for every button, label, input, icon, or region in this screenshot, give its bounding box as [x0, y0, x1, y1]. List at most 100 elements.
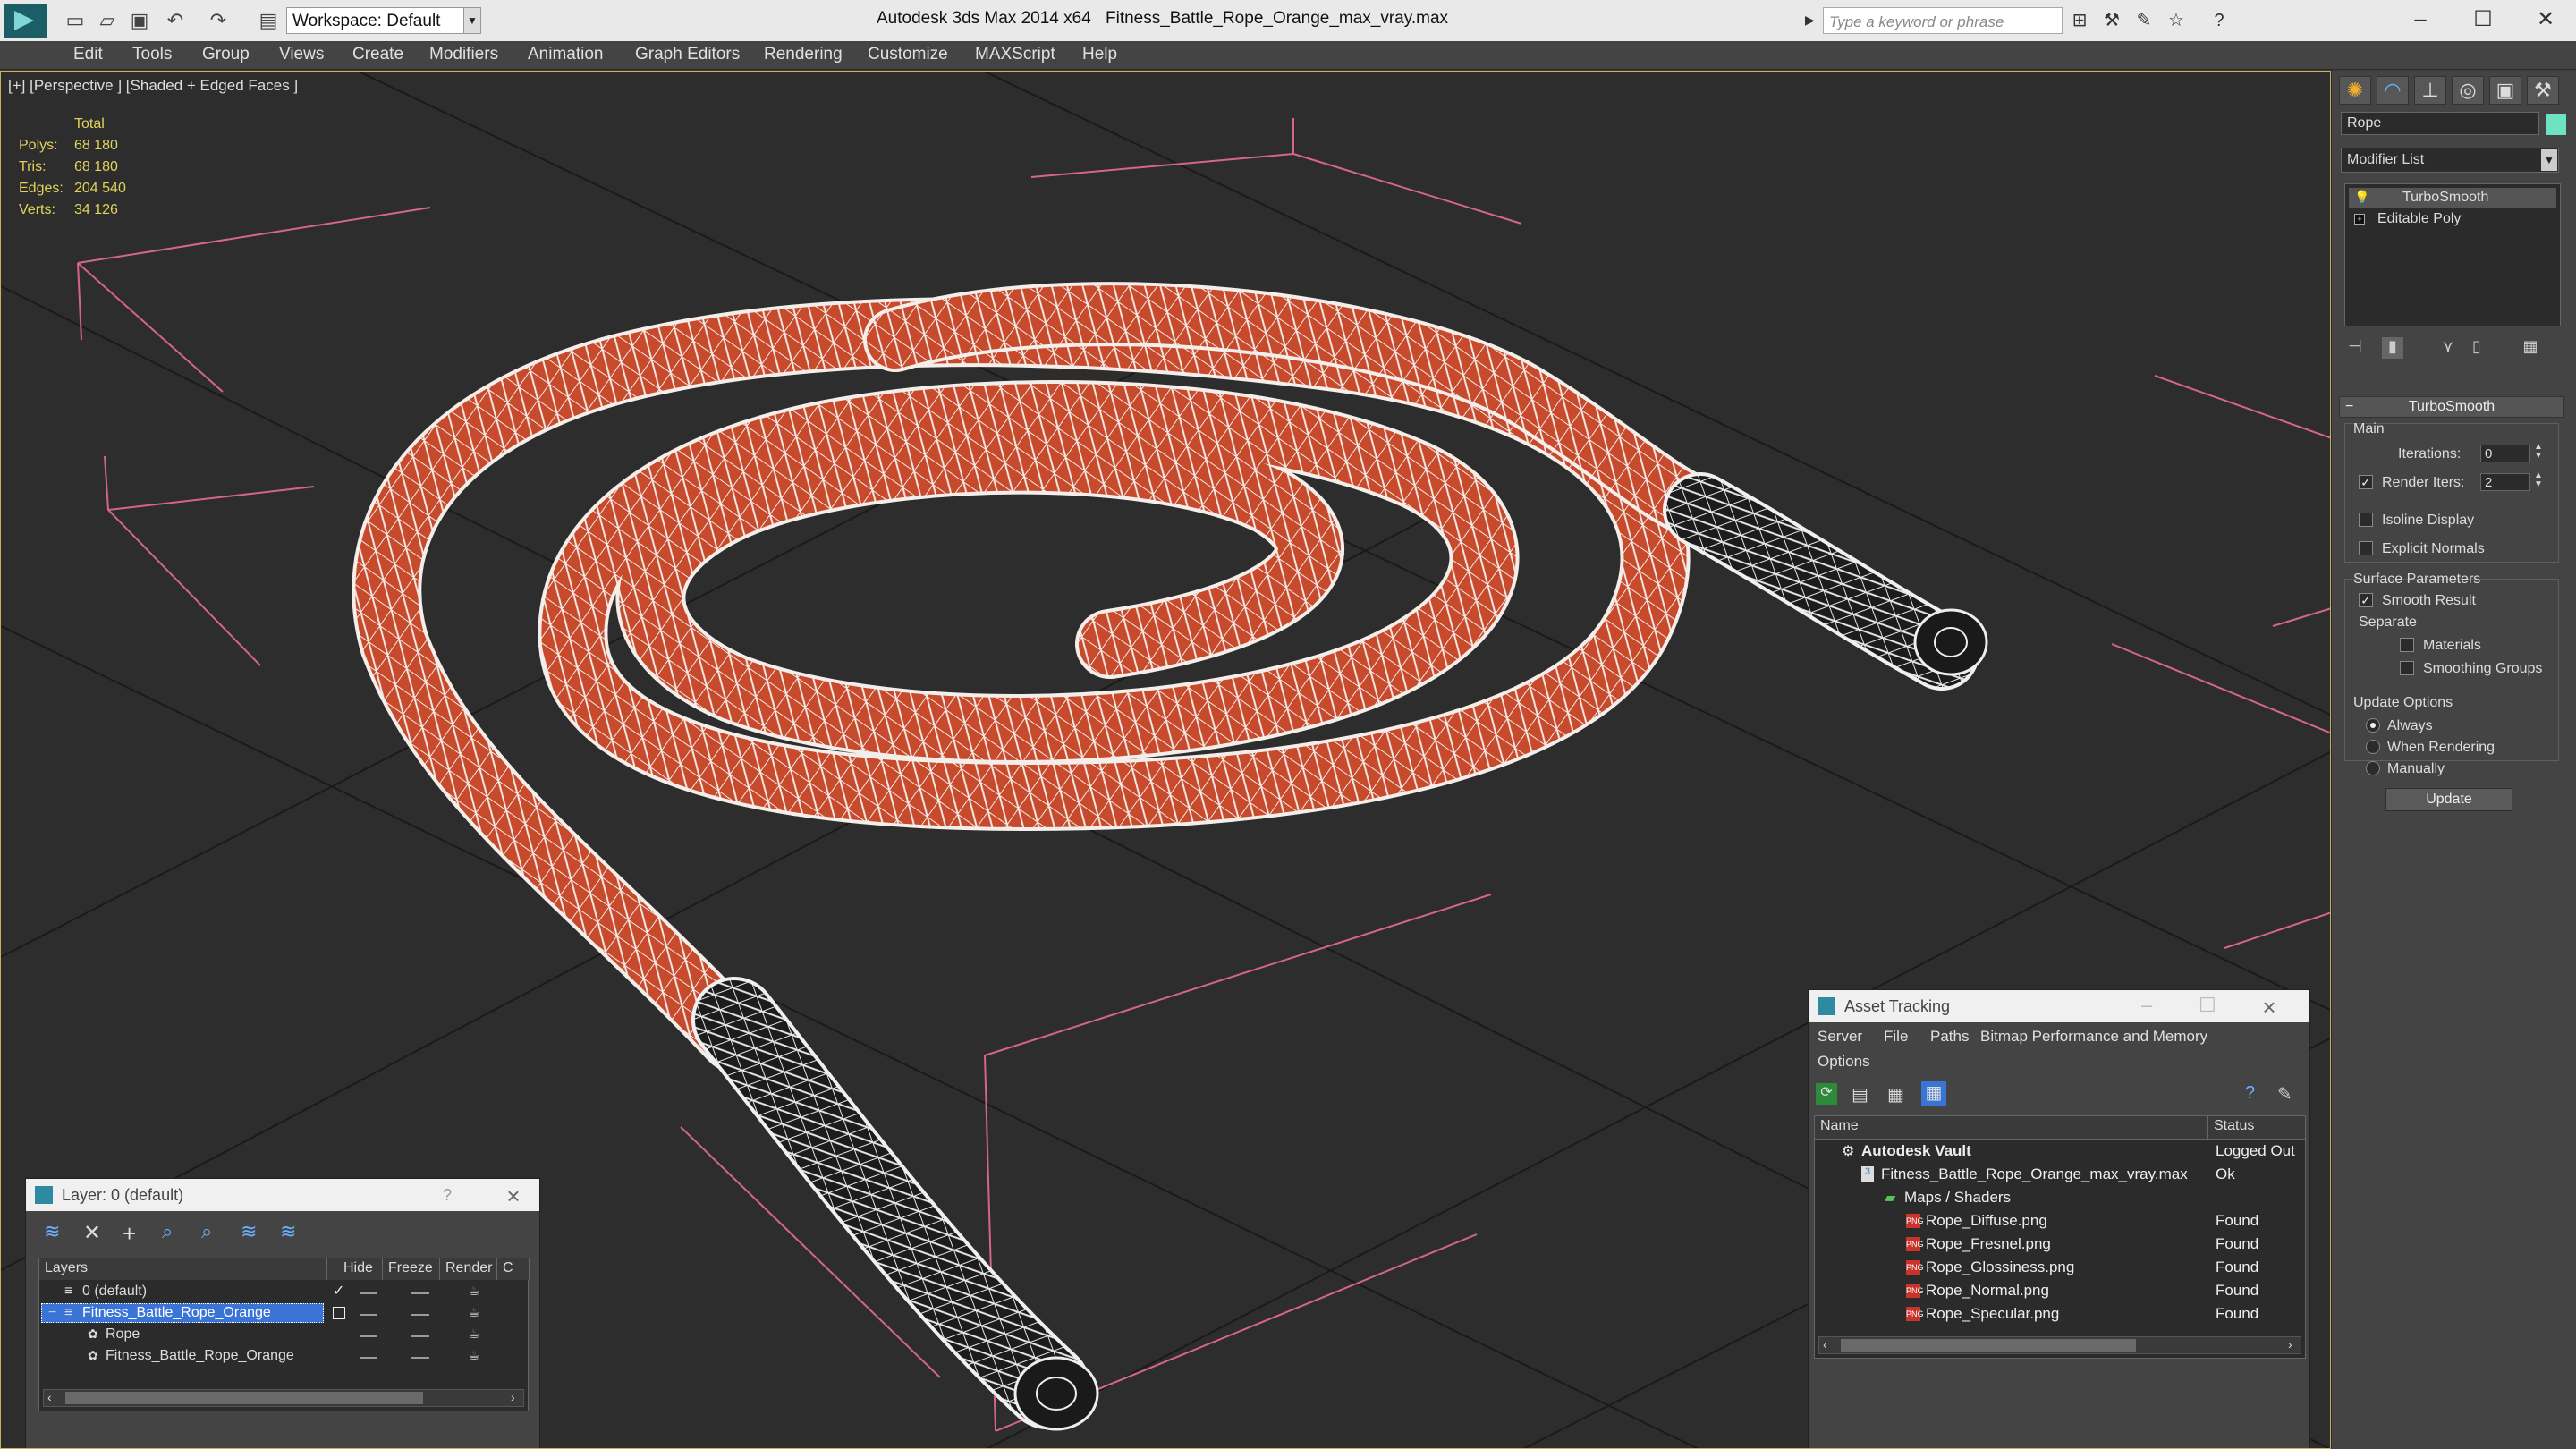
menu-customize[interactable]: Customize [868, 45, 948, 64]
smoothing-groups-checkbox[interactable] [2400, 661, 2414, 675]
close-button[interactable]: ✕ [2519, 4, 2572, 36]
hide-toggle[interactable] [360, 1335, 377, 1337]
col-color[interactable]: C [497, 1258, 530, 1280]
render-teapot-icon[interactable]: ☕ [469, 1326, 480, 1342]
render-teapot-icon[interactable]: ☕ [469, 1305, 480, 1320]
scroll-thumb[interactable] [1841, 1339, 2136, 1352]
col-layers[interactable]: Layers [39, 1258, 327, 1280]
favorites-star-icon[interactable]: ☆ [2166, 11, 2186, 30]
when-rendering-radio[interactable] [2366, 740, 2380, 754]
isoline-checkbox[interactable] [2359, 513, 2373, 527]
active-check-icon[interactable]: ✓ [333, 1282, 344, 1300]
asset-row[interactable]: 3 Fitness_Battle_Rope_Orange_max_vray.ma… [1815, 1163, 2305, 1186]
chevron-down-icon[interactable]: ▼ [463, 7, 481, 34]
expand-plus-icon[interactable]: + [2354, 214, 2365, 225]
render-teapot-icon[interactable]: ☕ [469, 1348, 480, 1363]
select-objects-icon[interactable]: ⌕ [162, 1220, 173, 1243]
scroll-left-icon[interactable]: ‹ [47, 1390, 52, 1404]
asset-row[interactable]: PNG Rope_Fresnel.png Found [1815, 1233, 2305, 1256]
freeze-toggle[interactable] [411, 1292, 429, 1294]
create-layer-icon[interactable]: ≋ [44, 1220, 60, 1243]
pin-stack-icon[interactable]: ⊣ [2344, 337, 2366, 359]
layer-window-title[interactable]: Layer: 0 (default) ? × [26, 1179, 539, 1211]
communication-center-icon[interactable]: ✎ [2134, 11, 2154, 30]
menu-rendering[interactable]: Rendering [764, 45, 843, 64]
freeze-toggle[interactable] [411, 1314, 429, 1316]
menu-create[interactable]: Create [352, 45, 403, 64]
turbosmooth-rollout-header[interactable]: − TurboSmooth [2339, 396, 2564, 418]
maximize-icon[interactable]: ☐ [2199, 994, 2216, 1017]
perspective-viewport[interactable]: [+] [Perspective ] [Shaded + Edged Faces… [0, 71, 2331, 1449]
utilities-tab-icon[interactable]: ⚒ [2527, 76, 2559, 105]
asset-window-title[interactable]: Asset Tracking – ☐ × [1809, 990, 2309, 1022]
minimize-icon[interactable]: – [2141, 994, 2152, 1017]
expand-icon[interactable]: − [48, 1305, 56, 1321]
search-input[interactable]: Type a keyword or phrase [1823, 7, 2063, 34]
save-file-icon[interactable]: ▣ [129, 10, 150, 31]
hide-toggle[interactable] [360, 1314, 377, 1316]
workspace-dropdown[interactable]: Workspace: Default [286, 7, 481, 34]
highlight-layer-icon[interactable]: ⌕ [201, 1220, 212, 1243]
col-name[interactable]: Name [1815, 1116, 2208, 1140]
asset-row[interactable]: PNG Rope_Glossiness.png Found [1815, 1256, 2305, 1279]
layer-scrollbar[interactable]: ‹ › [43, 1389, 524, 1407]
help-button[interactable]: ? [443, 1186, 452, 1205]
display-tab-icon[interactable]: ▣ [2489, 76, 2521, 105]
materials-checkbox[interactable] [2400, 638, 2414, 652]
delete-layer-icon[interactable]: ✕ [83, 1220, 101, 1246]
modify-tab-icon[interactable]: ◠ [2377, 76, 2409, 105]
render-teapot-icon[interactable]: ☕ [469, 1284, 480, 1299]
maximize-button[interactable]: ☐ [2456, 4, 2510, 36]
menu-views[interactable]: Views [279, 45, 324, 64]
scroll-thumb[interactable] [65, 1392, 423, 1404]
tool-help-icon[interactable]: ✎ [2277, 1083, 2292, 1106]
table-view-icon[interactable]: ▦ [1921, 1081, 1946, 1106]
asset-row[interactable]: ⚙ Autodesk Vault Logged Out [1815, 1140, 2305, 1163]
menu-help[interactable]: Help [1082, 45, 1117, 64]
scroll-left-icon[interactable]: ‹ [1823, 1337, 1827, 1352]
asset-row[interactable]: PNG Rope_Normal.png Found [1815, 1279, 2305, 1302]
menu-modifiers[interactable]: Modifiers [429, 45, 498, 64]
menu-group[interactable]: Group [202, 45, 250, 64]
close-icon[interactable]: × [2256, 994, 2283, 1021]
help-icon[interactable]: ? [2209, 11, 2229, 30]
menu-paths[interactable]: Paths [1930, 1028, 1969, 1046]
hide-all-icon[interactable]: ≋ [241, 1220, 257, 1243]
create-tab-icon[interactable]: ✺ [2339, 76, 2371, 105]
menu-edit[interactable]: Edit [73, 45, 103, 64]
scroll-right-icon[interactable]: › [511, 1390, 515, 1404]
asset-row[interactable]: ▰ Maps / Shaders [1815, 1186, 2305, 1209]
col-status[interactable]: Status [2208, 1116, 2305, 1140]
always-radio[interactable] [2366, 718, 2380, 733]
col-freeze[interactable]: Freeze [383, 1258, 440, 1280]
update-button[interactable]: Update [2385, 788, 2512, 811]
spinner-arrows-icon[interactable]: ▲ ▼ [2534, 443, 2543, 461]
layer-row[interactable]: ✿ Rope ☕ [41, 1325, 562, 1344]
help-icon[interactable]: ? [2245, 1083, 2255, 1104]
layer-row[interactable]: ≡ 0 (default) ✓ ☕ [41, 1282, 562, 1301]
hierarchy-tab-icon[interactable]: ⊥ [2414, 76, 2446, 105]
menu-graph-editors[interactable]: Graph Editors [635, 45, 740, 64]
layer-row[interactable]: ✿ Fitness_Battle_Rope_Orange ☕ [41, 1346, 562, 1366]
make-unique-icon[interactable]: ⋎ [2437, 337, 2459, 359]
menu-maxscript[interactable]: MAXScript [975, 45, 1055, 64]
minimize-button[interactable]: – [2394, 4, 2447, 36]
undo-icon[interactable]: ↶ [165, 10, 186, 31]
modifier-list-dropdown[interactable]: Modifier List [2341, 148, 2559, 173]
new-file-icon[interactable]: ▭ [64, 10, 86, 31]
hide-toggle[interactable] [360, 1292, 377, 1294]
asset-row[interactable]: PNG Rope_Diffuse.png Found [1815, 1209, 2305, 1233]
redo-icon[interactable]: ↷ [208, 10, 229, 31]
object-name-field[interactable]: Rope [2341, 112, 2539, 135]
chevron-down-icon[interactable]: ▼ [2541, 149, 2557, 171]
menu-server[interactable]: Server [1818, 1028, 1862, 1046]
layer-row-selected[interactable]: − ≡ Fitness_Battle_Rope_Orange ☕ [41, 1303, 562, 1323]
lightbulb-icon[interactable]: 💡 [2354, 190, 2369, 205]
show-end-result-icon[interactable]: ▮ [2382, 337, 2403, 359]
spinner-arrows-icon[interactable]: ▲ ▼ [2534, 471, 2543, 489]
active-box[interactable] [333, 1307, 345, 1319]
explicit-normals-checkbox[interactable] [2359, 541, 2373, 555]
close-icon[interactable]: × [500, 1182, 527, 1210]
refresh-icon[interactable]: ⟳ [1816, 1083, 1837, 1105]
menu-animation[interactable]: Animation [528, 45, 604, 64]
